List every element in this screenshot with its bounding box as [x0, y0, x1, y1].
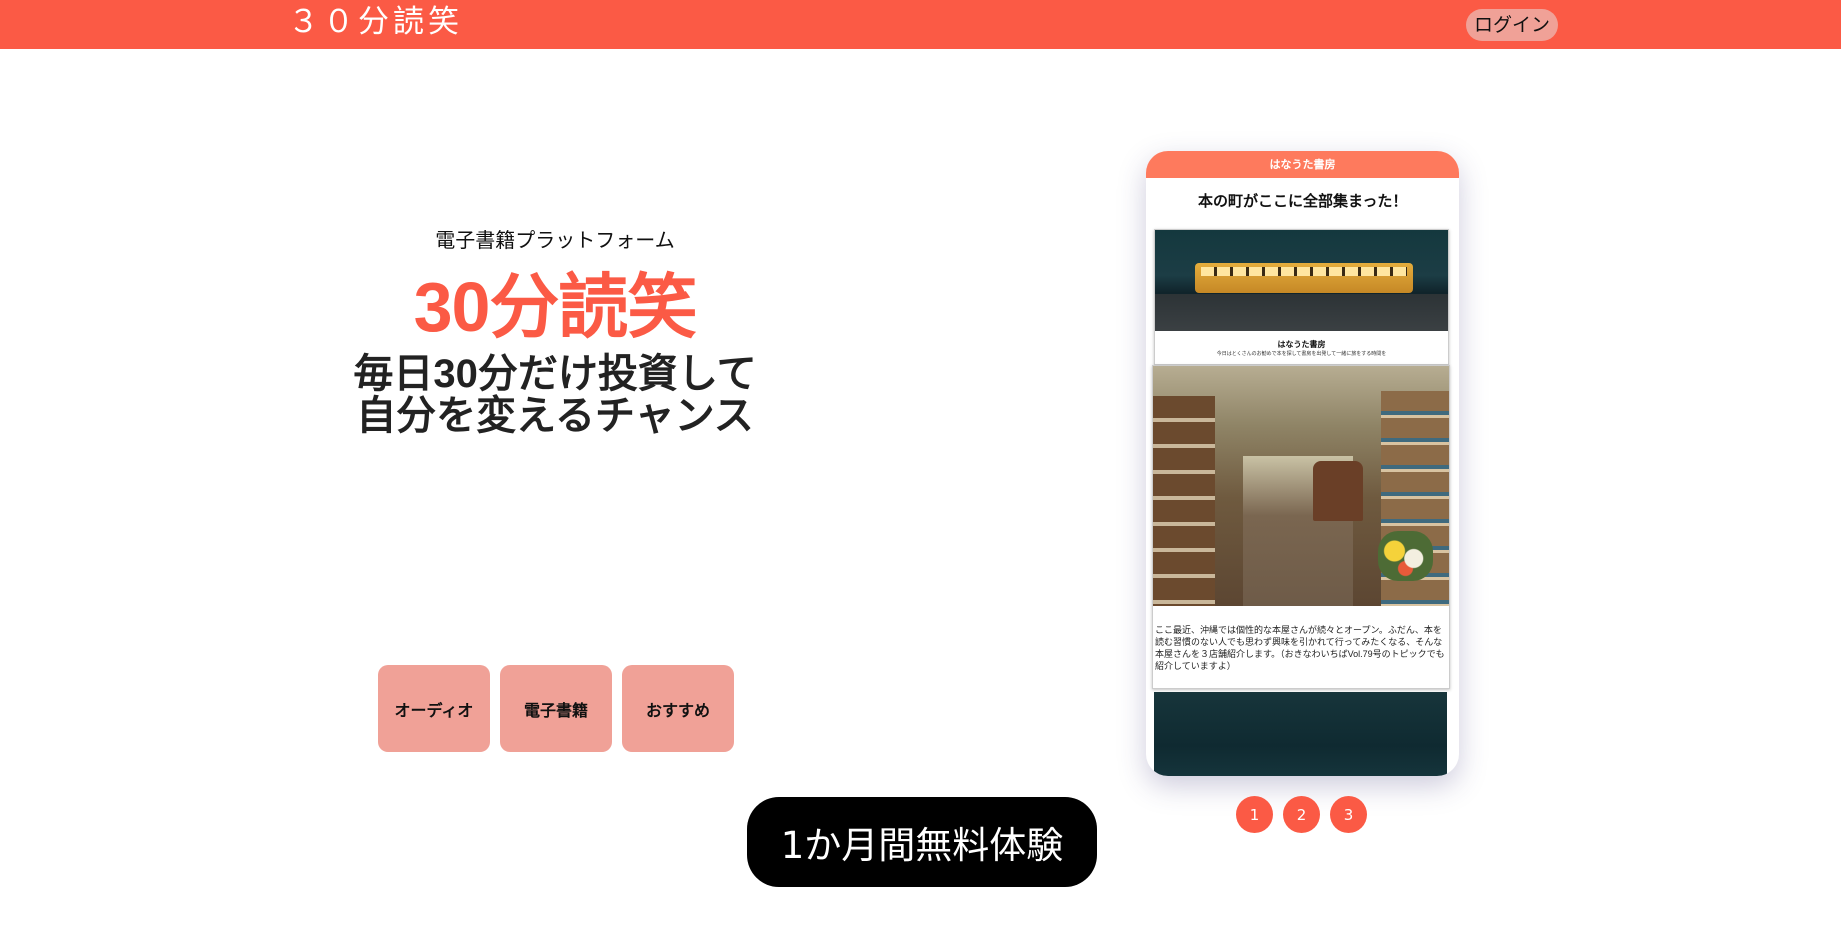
- phone-preview: はなうた書房 本の町がここに全部集まった！ はなうた書房 今日はとくさんのお勧め…: [1146, 151, 1459, 776]
- seat-shape: [1313, 461, 1363, 521]
- bookstore-interior-photo: [1153, 366, 1449, 606]
- pager-1-button[interactable]: 1: [1236, 796, 1273, 833]
- top-header: ３０分読笑 ログイン: [0, 0, 1841, 49]
- hero-subtitle: 電子書籍プラットフォーム: [435, 228, 675, 252]
- category-recommended-button[interactable]: おすすめ: [622, 665, 734, 752]
- flowers-shape: [1378, 531, 1433, 581]
- ground-shape: [1155, 294, 1448, 331]
- article-card-bus[interactable]: はなうた書房 今日はとくさんのお勧めで本を探して書房を出発して一緒に旅をする時間…: [1154, 229, 1449, 365]
- hero-title: 30分読笑: [413, 268, 698, 346]
- category-ebook-button[interactable]: 電子書籍: [500, 665, 612, 752]
- pager-2-button[interactable]: 2: [1283, 796, 1320, 833]
- card-description: 今日はとくさんのお勧めで本を探して書房を出発して一緒に旅をする時間を: [1216, 351, 1387, 357]
- phone-title-bar: はなうた書房: [1146, 151, 1459, 178]
- article-card-partial[interactable]: [1154, 692, 1447, 776]
- hero-tagline: 毎日30分だけ投資して 自分を変えるチャンス: [353, 352, 757, 438]
- article-card-interior[interactable]: ここ最近、沖縄では個性的な本屋さんが続々とオープン。ふだん、本を読む習慣のない人…: [1152, 365, 1450, 689]
- category-buttons: オーディオ 電子書籍 おすすめ: [378, 665, 734, 752]
- bus-photo: [1155, 230, 1448, 331]
- card-body-text: ここ最近、沖縄では個性的な本屋さんが続々とオープン。ふだん、本を読む習慣のない人…: [1155, 625, 1445, 671]
- free-trial-button[interactable]: 1か月間無料体験: [747, 797, 1097, 887]
- hero-section: 電子書籍プラットフォーム 30分読笑 毎日30分だけ投資して 自分を変えるチャン…: [340, 225, 770, 437]
- bus-windows-shape: [1201, 267, 1407, 276]
- pager-3-button[interactable]: 3: [1330, 796, 1367, 833]
- card-title: はなうた書房: [1277, 340, 1326, 349]
- brand-logo[interactable]: ３０分読笑: [288, 2, 463, 42]
- slide-pager: 1 2 3: [1236, 796, 1367, 833]
- category-audio-button[interactable]: オーディオ: [378, 665, 490, 752]
- login-button[interactable]: ログイン: [1466, 9, 1559, 41]
- left-shelf-shape: [1153, 396, 1215, 606]
- phone-heading: 本の町がここに全部集まった！: [1198, 193, 1408, 210]
